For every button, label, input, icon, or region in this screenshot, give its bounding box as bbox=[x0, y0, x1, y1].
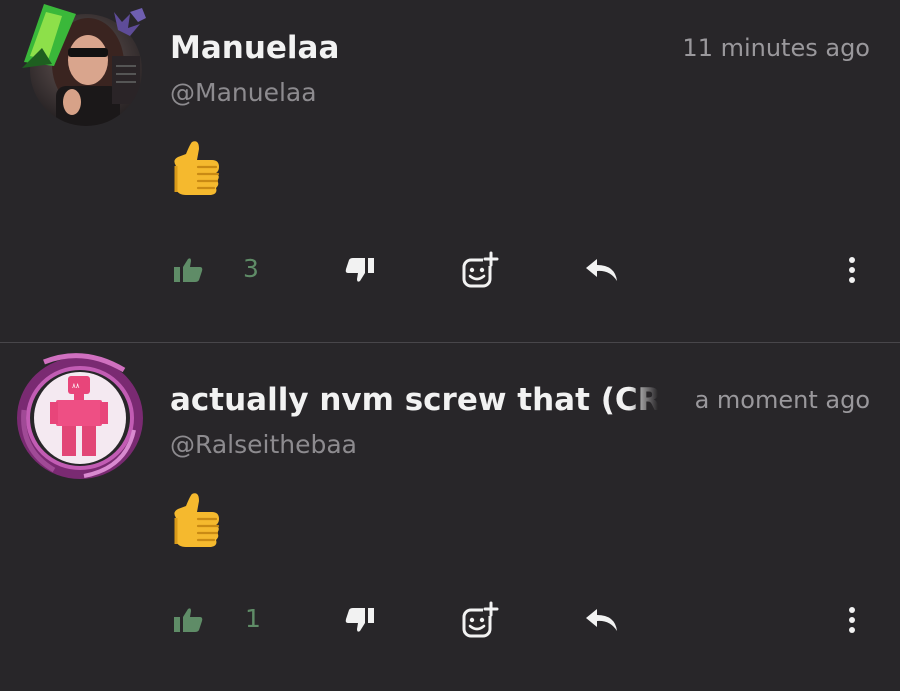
username[interactable]: actually nvm screw that (CRE bbox=[170, 382, 658, 418]
comment-actions: 1 bbox=[0, 600, 900, 640]
like-count: 1 bbox=[245, 604, 261, 633]
reply-button[interactable] bbox=[584, 606, 620, 634]
like-button[interactable] bbox=[172, 606, 204, 634]
thumbs-up-emoji bbox=[168, 492, 222, 554]
thumbs-down-icon bbox=[345, 608, 374, 632]
more-vertical-icon bbox=[849, 607, 855, 633]
user-handle[interactable]: @Ralseithebaa bbox=[170, 430, 357, 459]
svg-text:٨٨: ٨٨ bbox=[72, 382, 80, 390]
add-reaction-button[interactable] bbox=[460, 600, 500, 640]
comment-2: ٨٨ actually nvm screw that (CRE @Ralseit… bbox=[0, 0, 900, 691]
thumbs-up-icon bbox=[174, 608, 203, 632]
dislike-button[interactable] bbox=[344, 606, 376, 634]
comment-feed: Manuelaa @Manuelaa 11 minutes ago 3 ٨٨ a… bbox=[0, 0, 900, 691]
reply-icon bbox=[586, 609, 617, 631]
more-options-button[interactable] bbox=[842, 604, 862, 636]
timestamp: a moment ago bbox=[694, 386, 870, 414]
add-reaction-icon bbox=[462, 601, 499, 638]
avatar[interactable]: ٨٨ bbox=[14, 350, 150, 484]
